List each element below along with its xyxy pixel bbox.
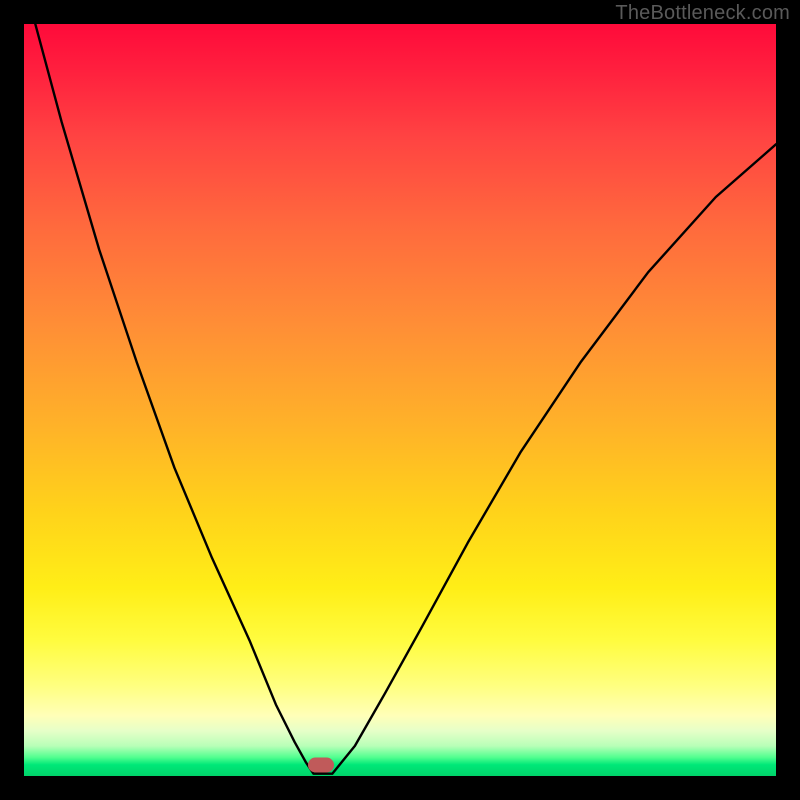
plot-area [24,24,776,776]
bottleneck-curve [24,24,776,776]
chart-frame: TheBottleneck.com [0,0,800,800]
watermark-text: TheBottleneck.com [615,2,790,25]
optimal-point-marker [308,757,334,772]
